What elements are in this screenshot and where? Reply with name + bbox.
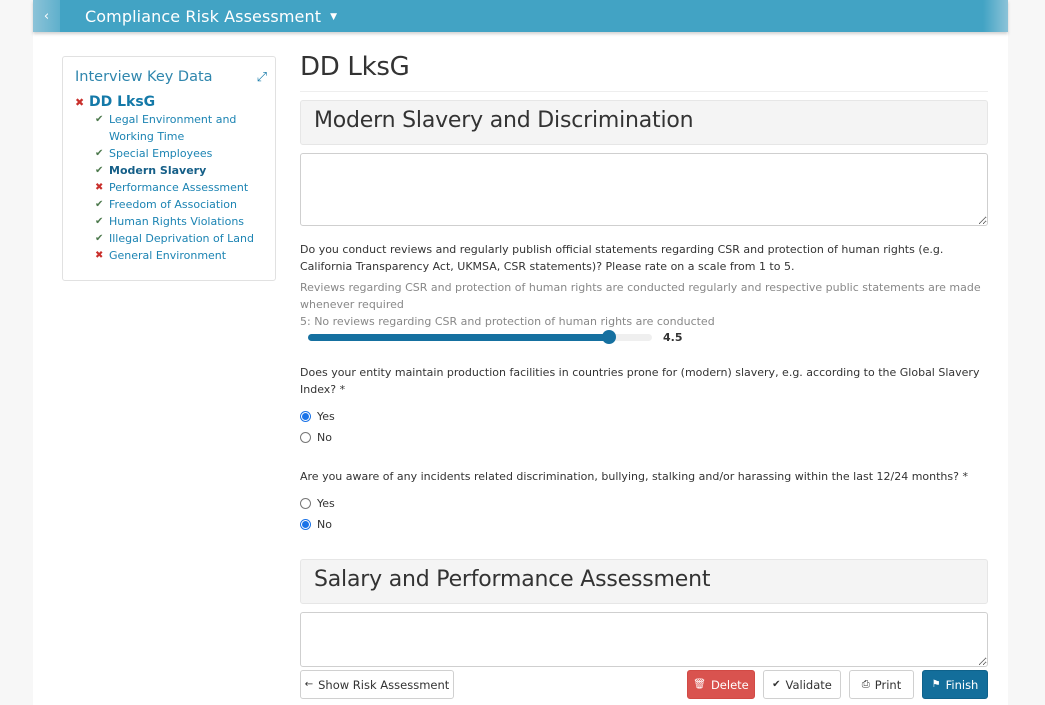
show-risk-assessment-button[interactable]: ← Show Risk Assessment [300,670,454,699]
check-icon: ✔ [95,216,104,227]
delete-button[interactable]: 🗑 Delete [687,670,755,699]
button-label: Print [874,677,902,692]
radio-option[interactable]: Yes [300,493,988,514]
slider-hint-high: 5: No reviews regarding CSR and protecti… [300,315,715,328]
incomplete-icon: ✖ [95,182,104,193]
main-content: DD LksG Modern Slavery and Discriminatio… [300,52,988,667]
slider-thumb[interactable] [602,330,616,344]
radio-option[interactable]: Yes [300,406,988,427]
back-button[interactable]: ‹ [33,0,60,32]
button-label: Validate [785,677,832,692]
question-incidents: Are you aware of any incidents related d… [300,470,968,483]
radio-unchecked[interactable] [300,498,311,509]
check-icon: ✔ [95,148,104,159]
radio-label: Yes [317,410,335,423]
sidebar-item[interactable]: ✔ Human Rights Violations [95,213,263,230]
print-button[interactable]: ⎙ Print [849,670,914,699]
sidebar-item-label: General Environment [109,249,227,262]
incomplete-icon: ✖ [95,250,104,261]
app-title: Compliance Risk Assessment [85,6,322,26]
top-bar-edge [983,0,1008,32]
finish-button[interactable]: ⚑ Finish [922,670,988,699]
caret-down-icon: ▼ [330,12,338,22]
tree-children: ✔ Legal Environment and Working Time ✔ Spec… [95,111,263,264]
sidebar-item[interactable]: ✖ General Environment [95,247,263,264]
slider-hint-low: Reviews regarding CSR and protection of … [300,281,981,311]
action-bar: ← Show Risk Assessment 🗑 Delete ✔ Valida… [300,670,988,699]
page: ‹ Compliance Risk Assessment ▼ Interview… [33,0,1008,705]
page-title: DD LksG [300,52,988,92]
print-icon: ⎙ [861,679,870,690]
radio-label: Yes [317,497,335,510]
radio-label: No [317,431,332,444]
sidebar-item-label: Legal Environment and Working Time [109,113,237,143]
radio-unchecked[interactable] [300,432,311,443]
check-icon: ✔ [95,199,104,210]
radio-group-production-facilities: Yes No [300,406,988,448]
validate-button[interactable]: ✔ Validate [763,670,841,699]
sidebar-item-label: Freedom of Association [109,198,237,211]
arrow-left-icon: ← [304,679,314,690]
rating-slider[interactable] [308,329,652,345]
sidebar-item-label: Modern Slavery [109,164,207,177]
check-icon: ✔ [95,233,104,244]
sidebar-item-label: Human Rights Violations [109,215,245,228]
radio-checked[interactable] [300,519,311,530]
sidebar-item-label: Illegal Deprivation of Land [109,232,254,245]
radio-label: No [317,518,332,531]
tree-root[interactable]: ✖ DD LksG [75,94,263,110]
radio-option[interactable]: No [300,427,988,448]
flag-icon: ⚑ [931,679,941,690]
question-csr-reviews: Do you conduct reviews and regularly pub… [300,243,944,273]
radio-group-incidents: Yes No [300,493,988,535]
sidebar-item[interactable]: ✔ Freedom of Association [95,196,263,213]
interview-key-data-panel: Interview Key Data ⤢ ✖ DD LksG ✔ Legal En… [62,56,276,281]
sidebar-item[interactable]: ✖ Performance Assessment [95,179,263,196]
sidebar-item[interactable]: ✔ Legal Environment and Working Time [95,111,263,145]
top-bar: ‹ Compliance Risk Assessment ▼ [33,0,1008,32]
question-production-facilities: Does your entity maintain production fac… [300,366,980,396]
check-icon: ✔ [95,165,104,176]
sidebar-item-label: Special Employees [109,147,213,160]
panel-title: Interview Key Data [75,69,213,85]
chevron-left-icon: ‹ [43,8,50,24]
button-label: Finish [945,677,979,692]
app-title-dropdown[interactable]: Compliance Risk Assessment ▼ [85,7,337,26]
slider-fill [308,334,609,341]
section-comment-textarea[interactable] [300,612,988,667]
button-label: Delete [710,677,749,692]
section-comment-textarea[interactable] [300,153,988,226]
slider-value: 4.5 [663,330,683,344]
radio-option[interactable]: No [300,514,988,535]
radio-checked[interactable] [300,411,311,422]
tree-root-label: DD LksG [89,94,156,110]
sidebar-item[interactable]: ✔ Special Employees [95,145,263,162]
expand-icon[interactable]: ⤢ [257,70,267,85]
button-label: Show Risk Assessment [318,677,450,692]
section-header-modern-slavery: Modern Slavery and Discrimination [300,100,988,145]
sidebar-item[interactable]: ✔ Modern Slavery [95,162,263,179]
trash-icon: 🗑 [693,679,706,690]
check-icon: ✔ [95,114,104,125]
check-icon: ✔ [772,679,781,690]
incomplete-icon: ✖ [75,95,85,109]
sidebar-item[interactable]: ✔ Illegal Deprivation of Land [95,230,263,247]
section-header-salary: Salary and Performance Assessment [300,559,988,604]
sidebar-item-label: Performance Assessment [109,181,249,194]
